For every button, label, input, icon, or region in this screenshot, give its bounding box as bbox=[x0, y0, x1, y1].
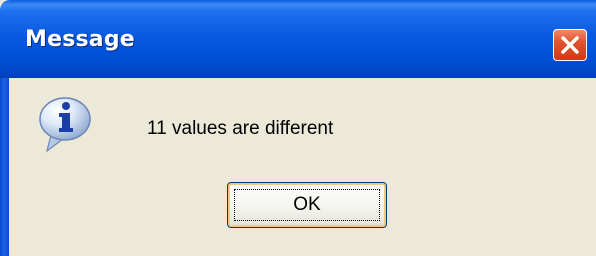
info-icon bbox=[39, 97, 91, 153]
message-dialog: Message 11 values are different OK bbox=[0, 0, 596, 256]
dialog-title: Message bbox=[25, 27, 135, 52]
close-icon bbox=[561, 36, 579, 54]
titlebar[interactable]: Message bbox=[0, 0, 596, 78]
dialog-message: 11 values are different bbox=[147, 118, 334, 139]
ok-button[interactable]: OK bbox=[227, 182, 387, 228]
window-frame-left bbox=[0, 78, 9, 256]
ok-button-label: OK bbox=[234, 189, 380, 221]
close-button[interactable] bbox=[553, 29, 587, 61]
